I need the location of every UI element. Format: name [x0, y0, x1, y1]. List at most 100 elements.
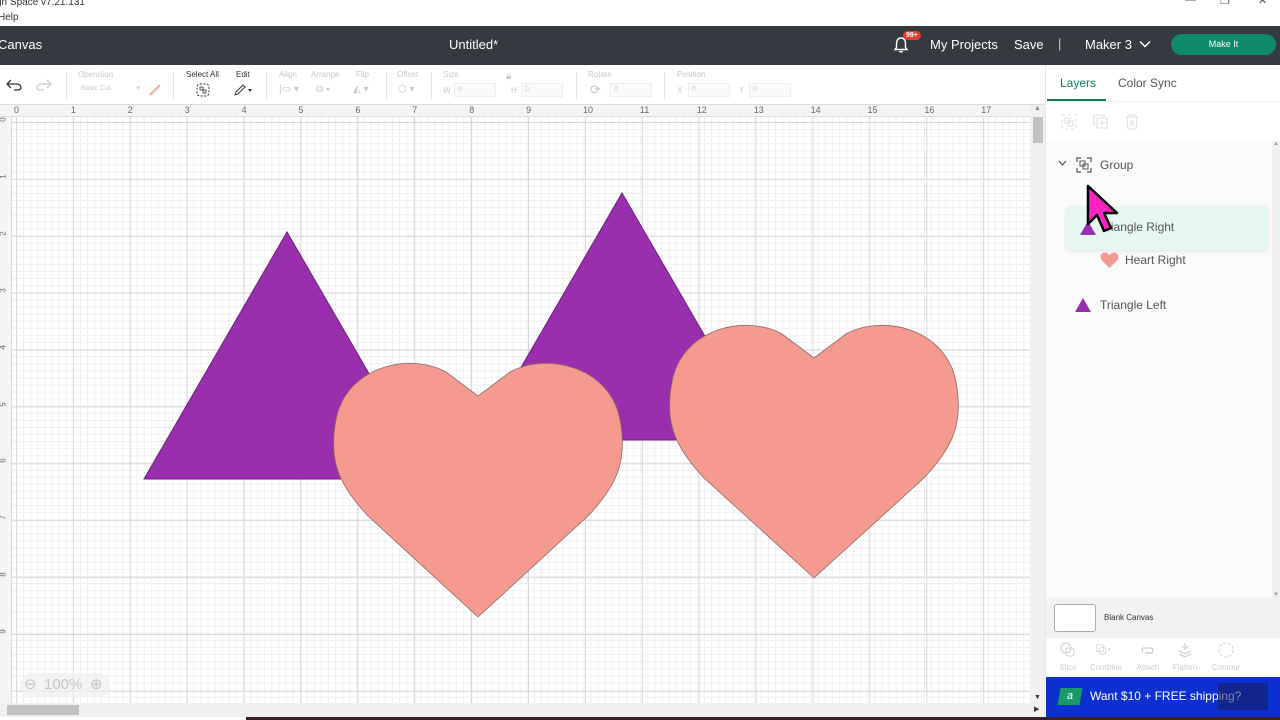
lock-icon[interactable]: 🔒︎ [506, 71, 511, 82]
group-layer-label[interactable]: Group [1100, 158, 1133, 172]
width-label: W [443, 86, 451, 95]
slice-label[interactable]: Slice [1048, 663, 1088, 672]
combine-icon[interactable] [1096, 642, 1112, 658]
group-layer-icon [1076, 157, 1092, 173]
flatten-icon[interactable] [1177, 642, 1193, 658]
canvas-horizontal-scrollbar[interactable]: ▶ [0, 703, 1045, 717]
layer-item-triangle-left[interactable]: Triangle Left [1100, 298, 1166, 312]
attach-icon[interactable] [1140, 642, 1156, 658]
canvas-color-swatch[interactable] [1054, 604, 1096, 632]
width-input[interactable]: 0 [454, 83, 496, 97]
machine-selector[interactable]: Maker 3 [1085, 37, 1132, 52]
attach-label[interactable]: Attach [1128, 663, 1168, 672]
align-icon[interactable]: |▭ ▾ [279, 84, 299, 95]
video-overlay-controls[interactable] [1218, 683, 1268, 710]
duplicate-icon[interactable] [1093, 114, 1109, 130]
document-title: Untitled* [449, 37, 499, 52]
minimize-icon[interactable]: — [1185, 0, 1196, 6]
horizontal-ruler: 0 1 2 3 4 5 6 7 8 9 10 11 12 13 14 15 16 17 [0, 105, 1030, 117]
ruler-tick-label: 9 [0, 629, 8, 633]
window-titlebar: gn Space v7.21.131 Help — ❐ ✕ [0, 0, 1280, 26]
edit-label: Edit [236, 70, 250, 79]
blank-canvas-label: Blank Canvas [1104, 613, 1154, 622]
contour-icon[interactable] [1218, 642, 1234, 658]
menu-help[interactable]: Help [0, 12, 19, 23]
ruler-tick-label: 13 [753, 105, 764, 115]
zoom-out-icon[interactable]: ⊖ [24, 675, 37, 693]
promo-logo-icon: a [1057, 688, 1083, 705]
group-icon[interactable] [1061, 114, 1077, 130]
linetype-color-icon[interactable] [148, 83, 162, 97]
save-button[interactable]: Save [1014, 37, 1044, 52]
vertical-ruler: 0 1 2 3 4 5 6 7 8 9 [0, 117, 12, 703]
toolbar-divider [431, 73, 432, 99]
close-icon[interactable]: ✕ [1258, 0, 1267, 7]
ruler-tick-label: 4 [0, 345, 8, 349]
toolbar-divider [66, 73, 67, 99]
combine-label[interactable]: Combine [1086, 663, 1126, 672]
horizontal-scroll-thumb[interactable] [7, 705, 79, 715]
contour-label[interactable]: Contour [1206, 663, 1246, 672]
position-label: Position [677, 70, 706, 79]
operation-label: Operation [78, 70, 114, 79]
mouse-cursor-icon [1086, 184, 1119, 233]
make-it-button[interactable]: Make It [1171, 34, 1276, 55]
design-canvas[interactable] [12, 117, 1030, 703]
layer-item-heart-right[interactable]: Heart Right [1125, 253, 1186, 267]
y-label: Y [739, 86, 745, 95]
ruler-tick-label: 7 [412, 105, 418, 115]
scroll-up-icon[interactable]: ▲ [1273, 141, 1279, 147]
breadcrumb[interactable]: Canvas [0, 37, 42, 52]
scroll-right-icon[interactable]: ▶ [1034, 705, 1039, 713]
toolbar-divider [173, 73, 174, 99]
scroll-up-icon[interactable]: ▲ [1034, 105, 1041, 112]
undo-icon[interactable] [6, 79, 22, 91]
flip-icon[interactable]: ◭ ▾ [353, 84, 369, 95]
ruler-tick-label: 17 [981, 105, 992, 115]
flatten-label[interactable]: Flatten [1165, 663, 1205, 672]
height-input[interactable]: 0 [521, 83, 563, 97]
my-projects-link[interactable]: My Projects [930, 37, 998, 52]
redo-icon[interactable] [36, 79, 52, 91]
ruler-tick-label: 9 [526, 105, 532, 115]
delete-icon[interactable] [1124, 114, 1140, 130]
zoom-level: 100% [44, 676, 83, 693]
arrange-icon[interactable]: ⧉ ▾ [316, 84, 330, 95]
tab-layers[interactable]: Layers [1060, 76, 1096, 90]
rotate-input[interactable]: 0 [610, 83, 652, 97]
restore-icon[interactable]: ❐ [1220, 0, 1230, 7]
operation-select[interactable]: Basic Cut ▾ [78, 83, 142, 97]
align-label: Align [279, 70, 297, 79]
toolbar-divider [664, 73, 665, 99]
collapse-chevron-icon[interactable] [1058, 160, 1067, 166]
layers-scrollbar[interactable]: ▲ ▼ [1272, 141, 1280, 598]
edit-pencil-icon[interactable] [233, 83, 255, 97]
app-header: Canvas Untitled* 99+ My Projects Save | … [0, 26, 1280, 65]
slice-icon[interactable] [1060, 642, 1076, 658]
vertical-scroll-thumb[interactable] [1033, 117, 1043, 143]
position-x-input[interactable]: 0 [688, 83, 730, 97]
ruler-tick-label: 2 [127, 105, 133, 115]
ruler-tick-label: 8 [469, 105, 475, 115]
ruler-tick-label: 15 [867, 105, 878, 115]
select-all-icon[interactable] [196, 83, 210, 97]
rotate-label: Rotate [588, 70, 612, 79]
offset-icon[interactable]: ⬡ ▾ [398, 84, 415, 95]
height-value: 0 [525, 86, 529, 93]
blank-canvas-row[interactable]: Blank Canvas [1046, 598, 1280, 638]
zoom-in-icon[interactable]: ⊕ [90, 675, 103, 693]
header-separator: | [1058, 36, 1062, 51]
width-value: 0 [458, 86, 462, 93]
tab-color-sync[interactable]: Color Sync [1118, 76, 1177, 90]
dropdown-arrow-icon: ▾ [136, 85, 140, 92]
ruler-tick-label: 3 [0, 288, 8, 292]
scroll-down-icon[interactable]: ▼ [1034, 694, 1041, 701]
chevron-down-icon[interactable] [1139, 40, 1151, 48]
panel-divider [1046, 101, 1280, 102]
size-label: Size [443, 70, 459, 79]
promo-banner[interactable]: a Want $10 + FREE shipping? [1046, 677, 1280, 717]
canvas-vertical-scrollbar[interactable]: ▲ ▼ [1030, 105, 1045, 703]
position-y-input[interactable]: 0 [749, 83, 791, 97]
layer-list: Group Triangle Right Heart Right Triangl… [1046, 141, 1273, 661]
layer-actions-bar: Slice Combine Attach Flatten Contour [1046, 638, 1280, 677]
